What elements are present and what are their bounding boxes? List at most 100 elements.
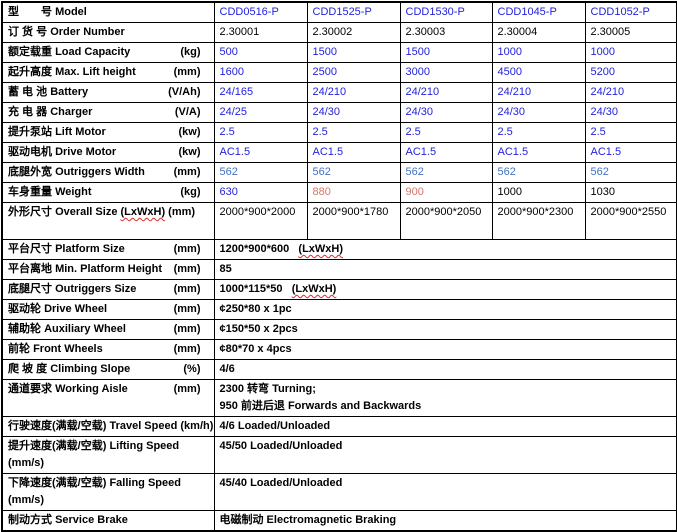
row-label-zh: 前轮 [8,343,30,355]
row-unit: (mm) [174,241,201,258]
table-row-travel-speed: 行驶速度(满载/空载) Travel Speed (km/h)4/6 Loade… [2,417,677,437]
cell-value: 2.30004 [498,26,538,38]
row-unit: (mm) [174,261,201,278]
cell-value: ¢80*70 x 4pcs [220,343,292,355]
row-unit: (kg) [180,44,200,61]
row-label-en: Order Number [50,26,125,38]
cell-model-col5: CDD1052-P [585,2,677,23]
cell-value: 24/210 [591,86,625,98]
row-label-lifting-speed: 提升速度(满载/空载) Lifting Speed(mm/s) [2,437,214,474]
cell-value: 2.30005 [591,26,631,38]
cell-lift-motor-col1: 2.5 [214,123,307,143]
row-label-text: 驱动电机 Drive Motor [8,144,116,161]
row-label-text: 制动方式 Service Brake [8,512,128,529]
cell-climbing-slope: 4/6 [214,360,677,380]
row-label-text: 提升泵站 Lift Motor [8,124,106,141]
cell-model-col3: CDD1530-P [400,2,492,23]
cell-value: AC1.5 [591,146,622,158]
cell-value: 1030 [591,186,615,198]
row-label-weight: 车身重量 Weight(kg) [2,183,214,203]
row-label-en: Charger [50,106,92,118]
row-unit: (mm) [174,321,201,338]
row-unit: (kw) [179,144,201,161]
row-label-zh: 通道要求 [8,383,52,395]
row-label-outriggers-width: 底腿外宽 Outriggers Width(mm) [2,163,214,183]
cell-auxiliary-wheel: ¢150*50 x 2pcs [214,320,677,340]
row-label-working-aisle: 通道要求 Working Aisle(mm) [2,380,214,417]
cell-weight-col1: 630 [214,183,307,203]
row-unit: (%) [183,361,200,378]
cell-value: CDD1045-P [498,6,557,18]
row-unit: (kw) [179,124,201,141]
cell-value: 880 [313,186,331,198]
cell-lift-motor-col4: 2.5 [492,123,585,143]
table-row-climbing-slope: 爬 坡 度 Climbing Slope(%)4/6 [2,360,677,380]
cell-value: 85 [220,263,232,275]
row-label-text: 型 号 Model [8,4,87,21]
cell-value: 5200 [591,66,615,78]
table-row-auxiliary-wheel: 辅助轮 Auxiliary Wheel(mm)¢150*50 x 2pcs [2,320,677,340]
row-label-zh: 充 电 器 [8,106,47,118]
row-label-model: 型 号 Model [2,2,214,23]
table-row-battery: 蓄 电 池 Battery(V/Ah)24/16524/21024/21024/… [2,83,677,103]
row-label-zh: 下降速度(满载/空载) [8,477,106,489]
cell-value: AC1.5 [220,146,251,158]
row-label-text: 蓄 电 池 Battery [8,84,88,101]
cell-front-wheels: ¢80*70 x 4pcs [214,340,677,360]
cell-value: 4500 [498,66,522,78]
cell-drive-motor-col2: AC1.5 [307,143,400,163]
table-row-load-capacity: 额定载重 Load Capacity(kg)500150015001000100… [2,43,677,63]
cell-value: 24/30 [498,106,526,118]
row-label-zh: 底腿外宽 [8,166,52,178]
row-label-text: 充 电 器 Charger [8,104,92,121]
row-label-drive-wheel: 驱动轮 Drive Wheel(mm) [2,300,214,320]
row-label-zh: 平台尺寸 [8,243,52,255]
cell-value: ¢150*50 x 2pcs [220,323,298,335]
cell-value: 2000*900*2050 [406,206,482,218]
cell-overall-size-col3: 2000*900*2050 [400,203,492,240]
row-label-text: 平台离地 Min. Platform Height [8,261,162,278]
cell-model-col4: CDD1045-P [492,2,585,23]
cell-value: 2000*900*2300 [498,206,574,218]
cell-value: 电磁制动 Electromagnetic Braking [220,514,397,526]
row-unit: (V/Ah) [168,84,200,101]
table-row-weight: 车身重量 Weight(kg)630 880 900 1000 1030 [2,183,677,203]
cell-battery-col1: 24/165 [214,83,307,103]
cell-value: AC1.5 [313,146,344,158]
row-label-climbing-slope: 爬 坡 度 Climbing Slope(%) [2,360,214,380]
row-label-en: Working Aisle [55,383,128,395]
cell-value: AC1.5 [498,146,529,158]
cell-model-col1: CDD0516-P [214,2,307,23]
cell-drive-motor-col3: AC1.5 [400,143,492,163]
cell-outriggers-width-col2: 562 [307,163,400,183]
row-label-order-number: 订 货 号 Order Number [2,23,214,43]
cell-value: 900 [406,186,424,198]
cell-value: 562 [498,166,516,178]
row-label-zh: 订 货 号 [8,26,47,38]
cell-value: 2.5 [406,126,421,138]
cell-battery-col4: 24/210 [492,83,585,103]
cell-value: 24/210 [406,86,440,98]
table-row-drive-wheel: 驱动轮 Drive Wheel(mm)¢250*80 x 1pc [2,300,677,320]
cell-min-platform-height: 85 [214,260,677,280]
row-label-dimension-note: (LxWxH) [121,206,166,218]
cell-value: 24/210 [498,86,532,98]
cell-dimension-note: (LxWxH) [298,243,343,255]
cell-value: 45/50 Loaded/Unloaded [220,440,343,452]
row-label-lift-motor: 提升泵站 Lift Motor (kw) [2,123,214,143]
row-label-overall-size: 外形尺寸 Overall Size (LxWxH) (mm) [2,203,214,240]
cell-weight-col4: 1000 [492,183,585,203]
row-label-zh: 底腿尺寸 [8,283,52,295]
cell-load-capacity-col1: 500 [214,43,307,63]
cell-battery-col2: 24/210 [307,83,400,103]
cell-max-lift-height-col2: 2500 [307,63,400,83]
row-label-text: 行驶速度(满载/空载) Travel Speed (km/h) [8,418,213,435]
row-label-zh: 平台离地 [8,263,52,275]
cell-lift-motor-col5: 2.5 [585,123,677,143]
row-label-zh: 辅助轮 [8,323,41,335]
cell-lifting-speed: 45/50 Loaded/Unloaded [214,437,677,474]
cell-weight-col3: 900 [400,183,492,203]
row-label-zh: 型 号 [8,6,52,18]
row-label-en: Outriggers Width [55,166,145,178]
cell-charger-col1: 24/25 [214,103,307,123]
